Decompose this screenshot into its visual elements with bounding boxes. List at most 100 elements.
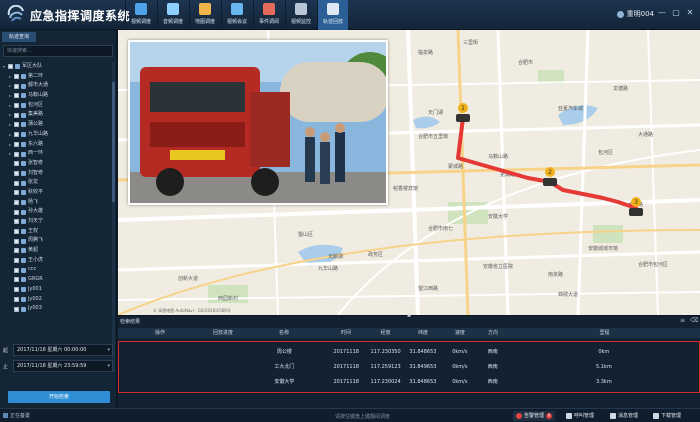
tree-checkbox[interactable] <box>14 180 19 186</box>
call-management-button[interactable]: 呼叫管理 <box>563 411 597 421</box>
column-header[interactable]: 里程 <box>509 328 700 338</box>
tree-checkbox[interactable] <box>14 103 19 109</box>
alarm-management-button[interactable]: 告警管理 9 <box>513 411 556 421</box>
table-row[interactable]: 工大北门 20171118 117.259123 31.849653 0km/s 西南 5.… <box>119 362 699 372</box>
tree-item[interactable]: ▸ 都市大通 <box>3 81 113 91</box>
start-search-button[interactable]: 开始检索 <box>8 391 110 403</box>
tree-item[interactable]: 刘天宁 <box>3 217 113 227</box>
tree-checkbox[interactable] <box>14 122 19 128</box>
tree-checkbox[interactable] <box>14 132 19 138</box>
tree-item[interactable]: ▸ 第二环 <box>3 72 113 82</box>
tab-video-monitor[interactable]: 视频监控 <box>285 0 316 30</box>
tree-checkbox[interactable] <box>8 64 13 70</box>
tree-item[interactable]: 杨飞 <box>3 198 113 208</box>
tree-scrollbar-thumb[interactable] <box>112 82 115 202</box>
list-icon[interactable]: ≡ <box>680 318 686 324</box>
tab-video-dispatch[interactable]: 视频调度 <box>125 0 156 30</box>
map-view[interactable]: 三里街 合肥市 临泉路 天门湖 亚夏汽车城 龙塘路 大通路 包河区 合肥市五里墩 马鞍山路 芜湖路蒙… <box>118 30 700 315</box>
tree-item-label: 王小虎 <box>28 256 44 263</box>
tree-checkbox[interactable] <box>14 83 19 89</box>
tree-scrollbar[interactable] <box>112 62 115 372</box>
tree-item[interactable]: 黄超 <box>3 246 113 256</box>
tree-item[interactable]: ▸ 西一环 <box>3 149 113 159</box>
tree-checkbox[interactable] <box>14 258 19 264</box>
tree-checkbox[interactable] <box>14 287 19 293</box>
tree-checkbox[interactable] <box>14 151 19 157</box>
column-header[interactable]: 经度 <box>368 328 403 338</box>
tree-checkbox[interactable] <box>14 112 19 118</box>
tree-item[interactable]: 周腾飞 <box>3 236 113 246</box>
tree-checkbox[interactable] <box>14 306 19 312</box>
tree-checkbox[interactable] <box>14 229 19 235</box>
column-header[interactable]: 操作 <box>118 328 202 338</box>
current-user[interactable]: 重明004 <box>616 9 654 19</box>
tree-checkbox[interactable] <box>14 141 19 147</box>
tree-item[interactable]: ▸ 蒲公路 <box>3 120 113 130</box>
tree-item-label: 东六路 <box>28 140 44 147</box>
minimize-button[interactable]: — <box>656 7 668 19</box>
maximize-button[interactable]: ▢ <box>670 7 682 19</box>
start-time-input[interactable]: 2017/11/18 星期六 00:00:00 ▾ <box>13 344 113 356</box>
tree-checkbox[interactable] <box>14 296 19 302</box>
tree-checkbox[interactable] <box>14 209 19 215</box>
status-icon <box>3 413 8 418</box>
tab-video-conference[interactable]: 视频会议 <box>221 0 252 30</box>
tree-item[interactable]: ▸ 集美路 <box>3 110 113 120</box>
tree-item[interactable]: ▸ 马鞍山路 <box>3 91 113 101</box>
tree-item[interactable]: jy002 <box>3 295 113 305</box>
tree-search-input[interactable]: 快速搜索... <box>3 45 113 57</box>
close-button[interactable]: ✕ <box>684 7 696 19</box>
table-row[interactable]: 周公楼 20171118 117.230350 31.848653 0km/s 西南 0km <box>119 347 699 357</box>
tree-item-label: 军区大队 <box>22 63 43 69</box>
tree-checkbox[interactable] <box>14 277 19 283</box>
tree-item[interactable]: jy003 <box>3 304 113 314</box>
column-header[interactable]: 名称 <box>244 328 324 338</box>
tree-item[interactable]: ▸ 九华山路 <box>3 130 113 140</box>
tree-checkbox[interactable] <box>14 190 19 196</box>
tree-checkbox[interactable] <box>14 238 19 244</box>
tree-item[interactable]: 王权 <box>3 227 113 237</box>
tree-item[interactable]: ▾ 军区大队 <box>3 62 113 72</box>
tree-checkbox[interactable] <box>14 219 19 225</box>
tab-audio-dispatch[interactable]: 音频调度 <box>157 0 188 30</box>
table-cell <box>203 362 245 372</box>
tree-checkbox[interactable] <box>14 161 19 167</box>
message-management-button[interactable]: 消息管理 <box>607 411 641 421</box>
column-header[interactable]: 速度 <box>443 328 477 338</box>
column-header[interactable]: 时间 <box>324 328 368 338</box>
table-row[interactable]: 安徽大学 20171118 117.230024 31.848653 0km/s 西南 3.… <box>119 377 699 387</box>
tree-item[interactable]: 王小虎 <box>3 256 113 266</box>
end-time-input[interactable]: 2017/11/18 星期六 23:59:59 ▾ <box>13 360 113 372</box>
tree-item[interactable]: 孙大雄 <box>3 207 113 217</box>
tree-item[interactable]: jy001 <box>3 285 113 295</box>
table-cell: 3.3km <box>595 379 612 385</box>
tree-checkbox[interactable] <box>14 248 19 254</box>
chevron-down-icon[interactable]: ▾ <box>107 345 110 355</box>
marker-start[interactable]: 1 <box>456 103 470 122</box>
tree-item[interactable]: GRGR <box>3 275 113 285</box>
tree-checkbox[interactable] <box>14 170 19 176</box>
tree-item[interactable]: ▸ 东六路 <box>3 140 113 150</box>
tab-event-view[interactable]: 事件调阅 <box>253 0 284 30</box>
tree-item[interactable]: 张龙 <box>3 178 113 188</box>
chevron-down-icon[interactable]: ▾ <box>107 361 110 371</box>
tab-map-dispatch[interactable]: 地图调度 <box>189 0 220 30</box>
tree-checkbox[interactable] <box>14 267 19 273</box>
tree-checkbox[interactable] <box>14 199 19 205</box>
tree-item[interactable]: 张智奇 <box>3 159 113 169</box>
download-management-button[interactable]: 下载管理 <box>650 411 684 421</box>
column-header[interactable]: 回放进度 <box>202 328 244 338</box>
tab-track-playback[interactable]: 轨迹回放 <box>317 0 348 30</box>
tree-checkbox[interactable] <box>14 74 19 80</box>
tree-item[interactable]: ▸ 包河区 <box>3 101 113 111</box>
tree-checkbox[interactable] <box>14 93 19 99</box>
tree-item[interactable]: 秋收平 <box>3 188 113 198</box>
column-header[interactable]: 方向 <box>477 328 509 338</box>
column-header[interactable]: 纬度 <box>403 328 443 338</box>
tab-track-query[interactable]: 轨迹查询 <box>2 32 36 42</box>
trash-icon[interactable]: ⌫ <box>690 318 698 324</box>
collapse-arrow-icon[interactable]: ▲ <box>404 312 414 318</box>
map-place-label: 合肥市五里墩 <box>418 133 448 140</box>
tree-item[interactable]: ccc <box>3 265 113 275</box>
tree-item[interactable]: 刘智奇 <box>3 169 113 179</box>
